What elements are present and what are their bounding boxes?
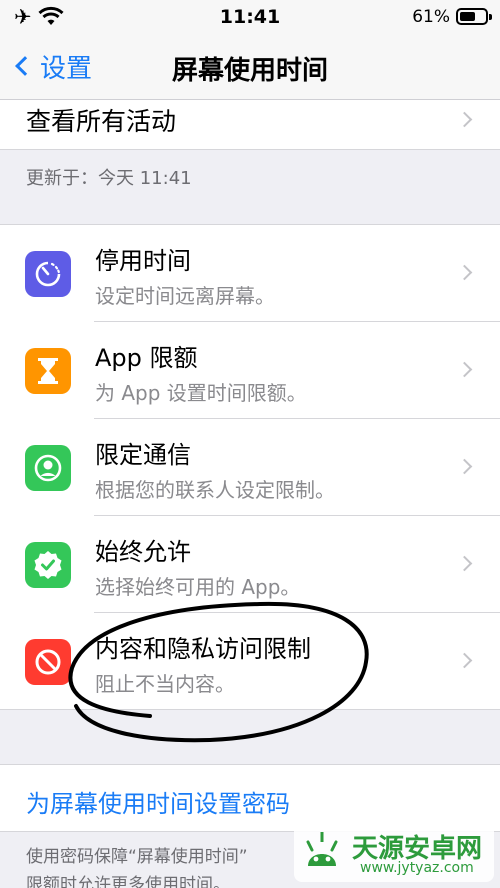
item-subtitle: 选择始终可用的 App。 — [95, 575, 301, 599]
downtime-icon — [25, 251, 71, 297]
list-item-always-allowed[interactable]: 始终允许 选择始终可用的 App。 — [0, 516, 500, 613]
see-all-activity-label: 查看所有活动 — [26, 107, 177, 136]
page-title: 屏幕使用时间 — [171, 56, 328, 86]
restriction-icon — [25, 639, 71, 685]
list-item-downtime[interactable]: 停用时间 设定时间远离屏幕。 — [0, 225, 500, 322]
list-item-app-limits[interactable]: App 限额 为 App 设置时间限额。 — [0, 322, 500, 419]
contact-icon — [25, 445, 71, 491]
item-title: 停用时间 — [95, 247, 191, 275]
list-item-content-privacy-restrictions[interactable]: 内容和隐私访问限制 阻止不当内容。 — [0, 613, 500, 710]
navigation-bar: 设置 屏幕使用时间 — [0, 34, 500, 100]
item-subtitle: 根据您的联系人设定限制。 — [95, 478, 335, 502]
android-logo-icon — [306, 832, 338, 866]
chevron-right-icon — [456, 264, 473, 281]
battery-icon — [456, 8, 492, 25]
list-item-communication-limits[interactable]: 限定通信 根据您的联系人设定限制。 — [0, 419, 500, 516]
watermark: 天源安卓网 www.jytyaz.com — [294, 822, 494, 882]
status-bar: ✈ 11:41 61% — [0, 0, 500, 34]
item-subtitle: 设定时间远离屏幕。 — [95, 284, 275, 308]
set-passcode-link[interactable]: 为屏幕使用时间设置密码 — [26, 784, 290, 819]
item-title: 内容和隐私访问限制 — [95, 635, 311, 663]
chevron-right-icon — [456, 555, 473, 572]
watermark-url: www.jytyaz.com — [360, 860, 474, 876]
screen-time-options-list: 停用时间 设定时间远离屏幕。 App 限额 为 App 设置时间限额。 限定通信… — [0, 224, 500, 710]
item-subtitle: 阻止不当内容。 — [95, 672, 235, 696]
see-all-activity-row[interactable]: 查看所有活动 — [0, 100, 500, 150]
chevron-right-icon — [456, 458, 473, 475]
checkmark-badge-icon — [25, 542, 71, 588]
item-subtitle: 为 App 设置时间限额。 — [95, 381, 307, 405]
item-title: 始终允许 — [95, 538, 191, 566]
updated-timestamp: 更新于：今天 11:41 — [26, 168, 192, 189]
item-title: 限定通信 — [95, 441, 191, 469]
chevron-right-icon — [456, 361, 473, 378]
battery-percentage: 61% — [412, 7, 450, 27]
chevron-right-icon — [456, 652, 473, 669]
hourglass-icon — [25, 348, 71, 394]
chevron-right-icon — [456, 111, 473, 128]
item-title: App 限额 — [95, 344, 198, 372]
